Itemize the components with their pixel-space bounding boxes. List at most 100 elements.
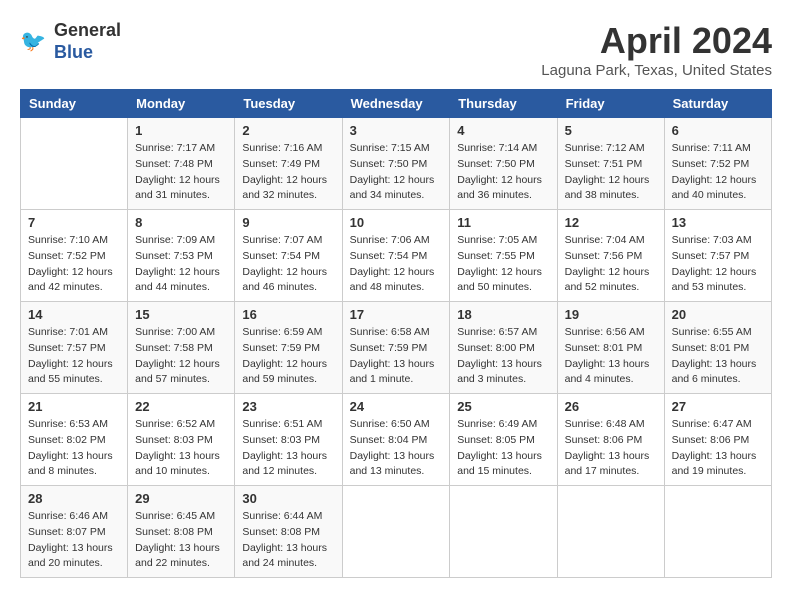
logo-line1: General <box>54 20 121 42</box>
calendar-cell: 13 Sunrise: 7:03 AM Sunset: 7:57 PM Dayli… <box>664 210 771 302</box>
day-number: 21 <box>28 399 120 414</box>
day-info: Sunrise: 7:03 AM Sunset: 7:57 PM Dayligh… <box>672 233 764 296</box>
day-info: Sunrise: 6:46 AM Sunset: 8:07 PM Dayligh… <box>28 509 120 572</box>
calendar-cell <box>557 486 664 578</box>
svg-text:🐦: 🐦 <box>20 30 46 53</box>
day-number: 18 <box>457 307 549 322</box>
day-number: 27 <box>672 399 764 414</box>
calendar-cell <box>450 486 557 578</box>
calendar-cell: 10 Sunrise: 7:06 AM Sunset: 7:54 PM Dayli… <box>342 210 450 302</box>
calendar-cell <box>21 118 128 210</box>
logo: 🐦 General Blue <box>20 20 121 63</box>
logo-line2: Blue <box>54 42 121 64</box>
day-info: Sunrise: 6:59 AM Sunset: 7:59 PM Dayligh… <box>242 325 334 388</box>
day-number: 3 <box>350 123 443 138</box>
calendar-cell: 26 Sunrise: 6:48 AM Sunset: 8:06 PM Dayli… <box>557 394 664 486</box>
calendar-cell: 28 Sunrise: 6:46 AM Sunset: 8:07 PM Dayli… <box>21 486 128 578</box>
calendar-cell <box>342 486 450 578</box>
day-number: 12 <box>565 215 657 230</box>
day-number: 6 <box>672 123 764 138</box>
title-block: April 2024 Laguna Park, Texas, United St… <box>541 20 772 79</box>
calendar-cell: 6 Sunrise: 7:11 AM Sunset: 7:52 PM Daylig… <box>664 118 771 210</box>
calendar-cell: 23 Sunrise: 6:51 AM Sunset: 8:03 PM Dayli… <box>235 394 342 486</box>
day-info: Sunrise: 7:17 AM Sunset: 7:48 PM Dayligh… <box>135 141 227 204</box>
day-info: Sunrise: 6:51 AM Sunset: 8:03 PM Dayligh… <box>242 417 334 480</box>
calendar-cell: 7 Sunrise: 7:10 AM Sunset: 7:52 PM Daylig… <box>21 210 128 302</box>
calendar-cell: 16Sunrise: 6:59 AM Sunset: 7:59 PM Dayli… <box>235 302 342 394</box>
day-number: 25 <box>457 399 549 414</box>
calendar-week-1: 1 Sunrise: 7:17 AM Sunset: 7:48 PM Daylig… <box>21 118 772 210</box>
calendar-body: 1 Sunrise: 7:17 AM Sunset: 7:48 PM Daylig… <box>21 118 772 578</box>
calendar-cell: 30Sunrise: 6:44 AM Sunset: 8:08 PM Dayli… <box>235 486 342 578</box>
calendar-cell: 25 Sunrise: 6:49 AM Sunset: 8:05 PM Dayli… <box>450 394 557 486</box>
calendar-week-5: 28 Sunrise: 6:46 AM Sunset: 8:07 PM Dayli… <box>21 486 772 578</box>
day-info: Sunrise: 6:58 AM Sunset: 7:59 PM Dayligh… <box>350 325 443 388</box>
day-number: 17 <box>350 307 443 322</box>
day-info: Sunrise: 7:16 AM Sunset: 7:49 PM Dayligh… <box>242 141 334 204</box>
day-number: 22 <box>135 399 227 414</box>
calendar-cell: 20Sunrise: 6:55 AM Sunset: 8:01 PM Dayli… <box>664 302 771 394</box>
calendar-cell: 19Sunrise: 6:56 AM Sunset: 8:01 PM Dayli… <box>557 302 664 394</box>
day-number: 28 <box>28 491 120 506</box>
day-number: 23 <box>242 399 334 414</box>
day-info: Sunrise: 7:06 AM Sunset: 7:54 PM Dayligh… <box>350 233 443 296</box>
day-number: 8 <box>135 215 227 230</box>
day-header-saturday: Saturday <box>664 90 771 118</box>
day-info: Sunrise: 6:57 AM Sunset: 8:00 PM Dayligh… <box>457 325 549 388</box>
day-number: 26 <box>565 399 657 414</box>
day-number: 1 <box>135 123 227 138</box>
header-row: SundayMondayTuesdayWednesdayThursdayFrid… <box>21 90 772 118</box>
calendar-cell: 15 Sunrise: 7:00 AM Sunset: 7:58 PM Dayli… <box>128 302 235 394</box>
day-header-monday: Monday <box>128 90 235 118</box>
calendar-cell: 5 Sunrise: 7:12 AM Sunset: 7:51 PM Daylig… <box>557 118 664 210</box>
day-info: Sunrise: 6:47 AM Sunset: 8:06 PM Dayligh… <box>672 417 764 480</box>
day-number: 14 <box>28 307 120 322</box>
day-number: 10 <box>350 215 443 230</box>
day-info: Sunrise: 6:48 AM Sunset: 8:06 PM Dayligh… <box>565 417 657 480</box>
day-number: 13 <box>672 215 764 230</box>
logo-icon: 🐦 <box>20 27 50 57</box>
day-header-wednesday: Wednesday <box>342 90 450 118</box>
day-number: 2 <box>242 123 334 138</box>
calendar-cell: 18 Sunrise: 6:57 AM Sunset: 8:00 PM Dayli… <box>450 302 557 394</box>
calendar-week-3: 14 Sunrise: 7:01 AM Sunset: 7:57 PM Dayli… <box>21 302 772 394</box>
calendar-cell: 11 Sunrise: 7:05 AM Sunset: 7:55 PM Dayli… <box>450 210 557 302</box>
day-number: 9 <box>242 215 334 230</box>
calendar-table: SundayMondayTuesdayWednesdayThursdayFrid… <box>20 89 772 578</box>
day-number: 24 <box>350 399 443 414</box>
day-number: 29 <box>135 491 227 506</box>
day-header-sunday: Sunday <box>21 90 128 118</box>
calendar-cell: 17 Sunrise: 6:58 AM Sunset: 7:59 PM Dayli… <box>342 302 450 394</box>
page-header: 🐦 General Blue April 2024 Laguna Park, T… <box>20 20 772 79</box>
calendar-cell: 27 Sunrise: 6:47 AM Sunset: 8:06 PM Dayli… <box>664 394 771 486</box>
calendar-cell: 14 Sunrise: 7:01 AM Sunset: 7:57 PM Dayli… <box>21 302 128 394</box>
day-info: Sunrise: 7:12 AM Sunset: 7:51 PM Dayligh… <box>565 141 657 204</box>
day-number: 15 <box>135 307 227 322</box>
day-info: Sunrise: 7:15 AM Sunset: 7:50 PM Dayligh… <box>350 141 443 204</box>
day-number: 4 <box>457 123 549 138</box>
calendar-cell: 2 Sunrise: 7:16 AM Sunset: 7:49 PM Daylig… <box>235 118 342 210</box>
calendar-cell: 4Sunrise: 7:14 AM Sunset: 7:50 PM Daylig… <box>450 118 557 210</box>
day-header-friday: Friday <box>557 90 664 118</box>
day-info: Sunrise: 6:55 AM Sunset: 8:01 PM Dayligh… <box>672 325 764 388</box>
day-number: 19 <box>565 307 657 322</box>
day-info: Sunrise: 6:50 AM Sunset: 8:04 PM Dayligh… <box>350 417 443 480</box>
location-subtitle: Laguna Park, Texas, United States <box>541 62 772 79</box>
day-number: 7 <box>28 215 120 230</box>
day-info: Sunrise: 7:05 AM Sunset: 7:55 PM Dayligh… <box>457 233 549 296</box>
day-number: 5 <box>565 123 657 138</box>
day-info: Sunrise: 7:00 AM Sunset: 7:58 PM Dayligh… <box>135 325 227 388</box>
day-number: 30 <box>242 491 334 506</box>
day-info: Sunrise: 7:10 AM Sunset: 7:52 PM Dayligh… <box>28 233 120 296</box>
day-info: Sunrise: 6:49 AM Sunset: 8:05 PM Dayligh… <box>457 417 549 480</box>
calendar-cell: 8Sunrise: 7:09 AM Sunset: 7:53 PM Daylig… <box>128 210 235 302</box>
calendar-header: SundayMondayTuesdayWednesdayThursdayFrid… <box>21 90 772 118</box>
calendar-cell: 22Sunrise: 6:52 AM Sunset: 8:03 PM Dayli… <box>128 394 235 486</box>
day-info: Sunrise: 7:01 AM Sunset: 7:57 PM Dayligh… <box>28 325 120 388</box>
calendar-week-2: 7 Sunrise: 7:10 AM Sunset: 7:52 PM Daylig… <box>21 210 772 302</box>
day-info: Sunrise: 6:45 AM Sunset: 8:08 PM Dayligh… <box>135 509 227 572</box>
day-number: 11 <box>457 215 549 230</box>
calendar-cell <box>664 486 771 578</box>
day-info: Sunrise: 7:11 AM Sunset: 7:52 PM Dayligh… <box>672 141 764 204</box>
calendar-cell: 9Sunrise: 7:07 AM Sunset: 7:54 PM Daylig… <box>235 210 342 302</box>
